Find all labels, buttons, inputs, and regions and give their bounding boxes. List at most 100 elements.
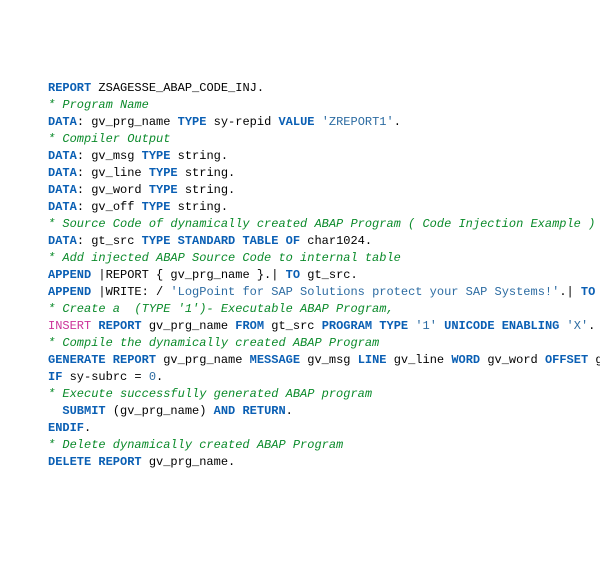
code-token: string. [178, 166, 236, 180]
code-line: * Add injected ABAP Source Code to inter… [48, 250, 600, 267]
code-line: DATA: gv_word TYPE string. [48, 182, 600, 199]
code-token: |REPORT { gv_prg_name }.| [91, 268, 285, 282]
code-token: TYPE [149, 183, 178, 197]
code-token: : gt_src [77, 234, 142, 248]
code-token: * Delete dynamically created ABAP Progra… [48, 438, 343, 452]
code-line: SUBMIT (gv_prg_name) AND RETURN. [48, 403, 600, 420]
code-token: DATA [48, 200, 77, 214]
code-token: WORD [451, 353, 480, 367]
code-token: : gv_off [77, 200, 142, 214]
code-token: * Create a (TYPE '1')- Executable ABAP P… [48, 302, 394, 316]
code-token: ZSAGESSE_ABAP_CODE_INJ. [91, 81, 264, 95]
code-line: APPEND |WRITE: / 'LogPoint for SAP Solut… [48, 284, 600, 301]
code-token: TYPE [149, 166, 178, 180]
code-line: * Source Code of dynamically created ABA… [48, 216, 600, 233]
code-token: MESSAGE [250, 353, 300, 367]
code-token: TYPE [178, 115, 207, 129]
code-token [559, 319, 566, 333]
abap-code-block: REPORT ZSAGESSE_ABAP_CODE_INJ.* Program … [48, 80, 600, 471]
code-token: gv_prg_name [142, 319, 236, 333]
code-token: TYPE [142, 149, 171, 163]
code-token: * Compiler Output [48, 132, 170, 146]
code-token: 'X' [567, 319, 589, 333]
code-token: VALUE [278, 115, 314, 129]
code-line: IF sy-subrc = 0. [48, 369, 600, 386]
code-line: * Execute successfully generated ABAP pr… [48, 386, 600, 403]
code-token: DELETE REPORT [48, 455, 142, 469]
code-token: TO [581, 285, 595, 299]
code-line: DATA: gv_msg TYPE string. [48, 148, 600, 165]
code-token: AND RETURN [214, 404, 286, 418]
code-token: . [286, 404, 293, 418]
code-token: TYPE [142, 200, 171, 214]
code-token: DATA [48, 166, 77, 180]
code-token: REPORT [98, 319, 141, 333]
code-token: GENERATE REPORT [48, 353, 156, 367]
code-token: FROM [235, 319, 264, 333]
code-line: ENDIF. [48, 420, 600, 437]
code-line: DATA: gt_src TYPE STANDARD TABLE OF char… [48, 233, 600, 250]
code-token: SUBMIT [62, 404, 105, 418]
code-token: sy-repid [206, 115, 278, 129]
code-token: . [84, 421, 91, 435]
code-token: : gv_word [77, 183, 149, 197]
code-line: DELETE REPORT gv_prg_name. [48, 454, 600, 471]
code-token: char1024. [300, 234, 372, 248]
code-token: '1' [415, 319, 437, 333]
code-line: DATA: gv_line TYPE string. [48, 165, 600, 182]
code-token: string. [178, 183, 236, 197]
code-token: . [156, 370, 163, 384]
code-token: UNICODE ENABLING [444, 319, 559, 333]
code-token: APPEND [48, 285, 91, 299]
code-token: : gv_prg_name [77, 115, 178, 129]
code-token: .| [559, 285, 581, 299]
code-token: gv_word [480, 353, 545, 367]
code-token [314, 115, 321, 129]
code-token: * Add injected ABAP Source Code to inter… [48, 251, 401, 265]
code-token: : gv_msg [77, 149, 142, 163]
code-token: |WRITE: / [91, 285, 170, 299]
code-token: DATA [48, 183, 77, 197]
code-token: TYPE STANDARD TABLE OF [142, 234, 300, 248]
code-token: * Compile the dynamically created ABAP P… [48, 336, 379, 350]
code-token: * Execute successfully generated ABAP pr… [48, 387, 372, 401]
code-token: gt_src [264, 319, 322, 333]
code-token: 'ZREPORT1' [322, 115, 394, 129]
code-token: DATA [48, 149, 77, 163]
code-token: sy-subrc = [62, 370, 148, 384]
code-token: . [394, 115, 401, 129]
code-token: DATA [48, 115, 77, 129]
code-token: 'LogPoint for SAP Solutions protect your… [170, 285, 559, 299]
code-token: : gv_line [77, 166, 149, 180]
code-token: IF [48, 370, 62, 384]
code-token: (gv_prg_name) [106, 404, 214, 418]
code-token: . [588, 319, 595, 333]
code-token: APPEND [48, 268, 91, 282]
code-token [48, 404, 62, 418]
code-token: DATA [48, 234, 77, 248]
code-token: INSERT [48, 319, 91, 333]
code-token: 0 [149, 370, 156, 384]
code-token: ENDIF [48, 421, 84, 435]
code-line: REPORT ZSAGESSE_ABAP_CODE_INJ. [48, 80, 600, 97]
code-line: * Compiler Output [48, 131, 600, 148]
code-token: gv_prg_name. [142, 455, 236, 469]
code-token: LINE [358, 353, 387, 367]
code-token: gt_src. [300, 268, 358, 282]
code-token: gv_msg [300, 353, 358, 367]
code-line: * Compile the dynamically created ABAP P… [48, 335, 600, 352]
code-token: TO [286, 268, 300, 282]
code-token: gv_line [387, 353, 452, 367]
code-line: APPEND |REPORT { gv_prg_name }.| TO gt_s… [48, 267, 600, 284]
code-line: DATA: gv_off TYPE string. [48, 199, 600, 216]
code-token: * Program Name [48, 98, 149, 112]
code-line: * Program Name [48, 97, 600, 114]
code-line: * Create a (TYPE '1')- Executable ABAP P… [48, 301, 600, 318]
code-line: INSERT REPORT gv_prg_name FROM gt_src PR… [48, 318, 600, 335]
code-token: PROGRAM TYPE [322, 319, 408, 333]
code-token: REPORT [48, 81, 91, 95]
code-token: OFFSET [545, 353, 588, 367]
code-token: gt_src. [595, 285, 600, 299]
code-token: gv_prg_name [156, 353, 250, 367]
code-token: gv_off. [588, 353, 600, 367]
